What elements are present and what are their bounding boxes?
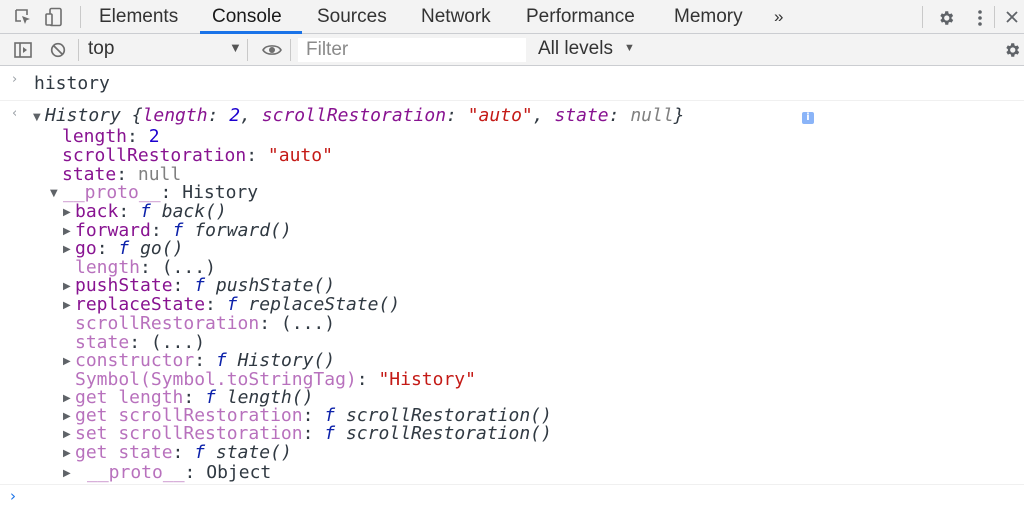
devtools-tab-bar: Elements Console Sources Network Perform… <box>0 0 1024 34</box>
proto-member-row[interactable]: replaceState: f replaceState() <box>75 295 400 314</box>
clear-console-icon[interactable] <box>50 42 66 58</box>
collapsed-triangle-icon[interactable]: ▶ <box>63 300 71 311</box>
inspect-element-icon[interactable] <box>14 8 32 26</box>
collapsed-triangle-icon[interactable]: ▶ <box>63 393 71 404</box>
proto-member-row[interactable]: set scrollRestoration: f scrollRestorati… <box>75 424 552 443</box>
tab-sources[interactable]: Sources <box>317 0 387 34</box>
message-divider <box>0 100 1024 101</box>
device-toolbar-icon[interactable] <box>45 7 63 27</box>
toolbar-divider <box>80 6 81 28</box>
proto-member-row[interactable]: go: f go() <box>75 239 183 258</box>
toolbar-divider <box>994 6 995 28</box>
proto-member-row[interactable]: constructor: f History() <box>75 351 335 370</box>
console-output: › history ‹ ▼ History {length: 2, scroll… <box>0 66 1024 525</box>
collapsed-triangle-icon[interactable]: ▶ <box>63 226 71 237</box>
proto-member-row[interactable]: pushState: f pushState() <box>75 276 335 295</box>
result-summary[interactable]: History {length: 2, scrollRestoration: "… <box>45 106 685 125</box>
console-prompt-input[interactable] <box>30 485 1010 509</box>
collapsed-triangle-icon[interactable]: ▶ <box>63 207 71 218</box>
property-row: scrollRestoration: "auto" <box>62 145 333 166</box>
collapsed-triangle-icon[interactable]: ▶ <box>63 468 71 479</box>
console-input-echo: history <box>34 73 110 94</box>
console-prompt-icon[interactable]: › <box>10 487 16 505</box>
more-tabs-icon[interactable]: » <box>774 0 783 34</box>
result-chevron-icon: ‹ <box>12 106 18 121</box>
proto-member-row[interactable]: scrollRestoration: (...) <box>75 314 335 333</box>
tab-console[interactable]: Console <box>212 0 282 34</box>
tab-elements[interactable]: Elements <box>99 0 178 34</box>
property-row: length: 2 <box>62 126 160 147</box>
collapsed-triangle-icon[interactable]: ▶ <box>63 411 71 422</box>
log-levels-dropdown[interactable]: All levels <box>538 38 613 60</box>
tab-network[interactable]: Network <box>421 0 491 34</box>
expand-triangle-icon[interactable]: ▼ <box>33 112 41 123</box>
info-icon[interactable]: i <box>802 112 814 124</box>
toolbar-divider <box>247 39 248 61</box>
kebab-menu-icon[interactable] <box>977 9 983 27</box>
proto-member-row[interactable]: get state: f state() <box>75 443 292 462</box>
input-chevron-icon: › <box>12 72 18 87</box>
proto-member-row[interactable]: back: f back() <box>75 202 227 221</box>
expand-triangle-icon[interactable]: ▼ <box>50 188 58 199</box>
proto-row[interactable]: __proto__: History <box>63 183 258 202</box>
levels-dropdown-arrow-icon[interactable]: ▼ <box>624 42 635 54</box>
filter-input[interactable] <box>298 38 526 62</box>
proto-object-row[interactable]: __proto__: Object <box>87 463 271 482</box>
toolbar-divider <box>78 39 79 61</box>
context-dropdown-arrow-icon[interactable]: ▼ <box>229 40 242 55</box>
tab-memory[interactable]: Memory <box>674 0 743 34</box>
collapsed-triangle-icon[interactable]: ▶ <box>63 448 71 459</box>
close-devtools-icon[interactable] <box>1006 11 1018 23</box>
toolbar-divider <box>290 39 291 61</box>
toolbar-divider <box>922 6 923 28</box>
settings-gear-icon[interactable] <box>937 9 955 27</box>
collapsed-triangle-icon[interactable]: ▶ <box>63 429 71 440</box>
collapsed-triangle-icon[interactable]: ▶ <box>63 281 71 292</box>
collapsed-triangle-icon[interactable]: ▶ <box>63 356 71 367</box>
collapsed-triangle-icon[interactable]: ▶ <box>63 244 71 255</box>
tab-performance[interactable]: Performance <box>526 0 635 34</box>
eye-icon[interactable] <box>262 43 282 57</box>
context-selector[interactable]: top <box>88 38 114 60</box>
sidebar-toggle-icon[interactable] <box>14 42 32 58</box>
console-settings-gear-icon[interactable] <box>1003 41 1021 59</box>
